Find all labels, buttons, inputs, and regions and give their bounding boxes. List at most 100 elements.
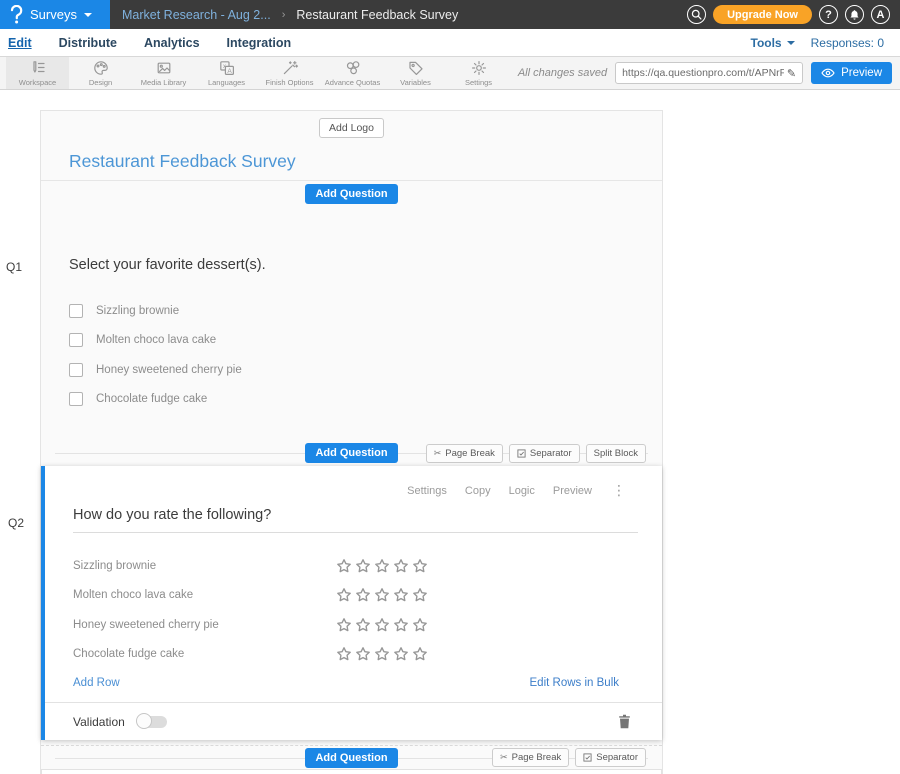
star-icon	[393, 587, 409, 603]
preview-button[interactable]: Preview	[811, 62, 892, 84]
breadcrumb-folder[interactable]: Market Research - Aug 2...	[122, 8, 271, 22]
separator-icon	[583, 753, 592, 762]
breadcrumb-survey: Restaurant Feedback Survey	[296, 8, 458, 22]
topbar-actions: Upgrade Now ? A	[687, 5, 900, 24]
star-icon	[412, 587, 428, 603]
surveys-menu[interactable]: Surveys	[0, 0, 110, 29]
star-icon	[412, 617, 428, 633]
notifications-button[interactable]	[845, 5, 864, 24]
question-block-q2-selected[interactable]: Settings Copy Logic Preview ⋮ How do you…	[41, 466, 662, 740]
tab-integration[interactable]: Integration	[227, 36, 292, 50]
star-icon	[374, 587, 390, 603]
tab-edit[interactable]: Edit	[8, 36, 32, 50]
question-block-q1[interactable]: Select your favorite dessert(s). Sizzlin…	[41, 207, 662, 440]
toolbar-item-workspace[interactable]: Workspace	[6, 57, 69, 89]
star-icon	[355, 617, 371, 633]
delete-question-button[interactable]	[618, 714, 631, 729]
star-icon	[336, 646, 352, 662]
rating-row: Sizzling brownie	[73, 551, 638, 581]
validation-toggle[interactable]	[137, 716, 167, 728]
eye-icon	[821, 68, 835, 78]
caret-down-icon	[84, 13, 92, 17]
star-icon	[393, 558, 409, 574]
page-break-button[interactable]: ✂ Page Break	[492, 748, 569, 767]
toolbar-item-advance-quotas[interactable]: Advance Quotas	[321, 57, 384, 89]
more-options-icon[interactable]: ⋮	[612, 482, 626, 499]
question-number-q1: Q1	[6, 260, 22, 274]
star-icon	[336, 587, 352, 603]
svg-text:x: x	[223, 64, 226, 70]
add-question-row-mid: Add Question ✂ Page Break Separator Spli…	[41, 440, 662, 466]
checkbox[interactable]	[69, 333, 83, 347]
responses-count: Responses: 0	[811, 36, 884, 50]
star-icon	[412, 646, 428, 662]
star-rating	[336, 646, 428, 662]
answer-option: Molten choco lava cake	[69, 326, 634, 356]
avatar[interactable]: A	[871, 5, 890, 24]
toolbar-item-variables[interactable]: Variables	[384, 57, 447, 89]
star-icon	[355, 646, 371, 662]
answer-option: Chocolate fudge cake	[69, 385, 634, 415]
question-text[interactable]: Select your favorite dessert(s).	[69, 257, 634, 273]
page-break-button[interactable]: ✂ Page Break	[426, 444, 503, 463]
bell-icon	[849, 9, 860, 21]
question-preview-link[interactable]: Preview	[553, 485, 592, 497]
separator-button[interactable]: Separator	[509, 444, 580, 463]
survey-title[interactable]: Restaurant Feedback Survey	[69, 151, 662, 172]
star-icon	[355, 558, 371, 574]
star-icon	[374, 558, 390, 574]
add-question-button[interactable]: Add Question	[305, 748, 397, 768]
image-icon	[155, 59, 173, 77]
separator-icon	[517, 449, 526, 458]
toolbar-item-finish-options[interactable]: Finish Options	[258, 57, 321, 89]
toolbar-item-settings[interactable]: Settings	[447, 57, 510, 89]
edit-url-icon[interactable]: ✎	[787, 67, 796, 80]
checkbox[interactable]	[69, 304, 83, 318]
search-button[interactable]	[687, 5, 706, 24]
tab-analytics[interactable]: Analytics	[144, 36, 200, 50]
tab-distribute[interactable]: Distribute	[59, 36, 117, 50]
add-question-row-bottom: Add Question ✂ Page Break Separator	[41, 745, 662, 769]
answer-option: Honey sweetened cherry pie	[69, 355, 634, 385]
questionpro-logo	[9, 5, 23, 24]
upgrade-button[interactable]: Upgrade Now	[713, 5, 812, 24]
validation-label: Validation	[73, 715, 125, 729]
question-settings-link[interactable]: Settings	[407, 485, 447, 497]
help-button[interactable]: ?	[819, 5, 838, 24]
scissors-icon: ✂	[500, 753, 508, 762]
toolbar-item-design[interactable]: Design	[69, 57, 132, 89]
question-action-menu: Settings Copy Logic Preview ⋮	[73, 466, 638, 499]
add-logo-button[interactable]: Add Logo	[319, 118, 384, 138]
star-icon	[355, 587, 371, 603]
toolbar-item-languages[interactable]: x A Languages	[195, 57, 258, 89]
save-status: All changes saved	[518, 67, 607, 79]
workspace-icon	[29, 59, 47, 77]
trash-icon	[618, 714, 631, 729]
star-icon	[336, 558, 352, 574]
toolbar-item-media-library[interactable]: Media Library	[132, 57, 195, 89]
question-text[interactable]: How do you rate the following?	[73, 507, 638, 533]
checkbox[interactable]	[69, 363, 83, 377]
split-block-button[interactable]: Split Block	[586, 444, 646, 463]
star-icon	[393, 617, 409, 633]
survey-url-input[interactable]	[622, 67, 784, 79]
add-row-link[interactable]: Add Row	[73, 677, 120, 689]
question-number-q2: Q2	[8, 516, 24, 530]
separator-button[interactable]: Separator	[575, 748, 646, 767]
add-question-button[interactable]: Add Question	[305, 184, 397, 204]
next-question-block-partial	[41, 769, 662, 774]
question-copy-link[interactable]: Copy	[465, 485, 491, 497]
validation-row: Validation	[73, 703, 631, 740]
translate-icon: x A	[218, 59, 236, 77]
add-question-button[interactable]: Add Question	[305, 443, 397, 463]
checkbox[interactable]	[69, 392, 83, 406]
star-icon	[412, 558, 428, 574]
question-logic-link[interactable]: Logic	[509, 485, 535, 497]
scissors-icon: ✂	[434, 449, 442, 458]
add-question-row-top: Add Question	[41, 181, 662, 207]
edit-rows-in-bulk-link[interactable]: Edit Rows in Bulk	[530, 677, 619, 689]
rating-row: Molten choco lava cake	[73, 581, 638, 611]
tools-menu[interactable]: Tools	[751, 36, 795, 50]
magic-wand-icon	[281, 59, 299, 77]
rating-row: Chocolate fudge cake	[73, 640, 638, 670]
